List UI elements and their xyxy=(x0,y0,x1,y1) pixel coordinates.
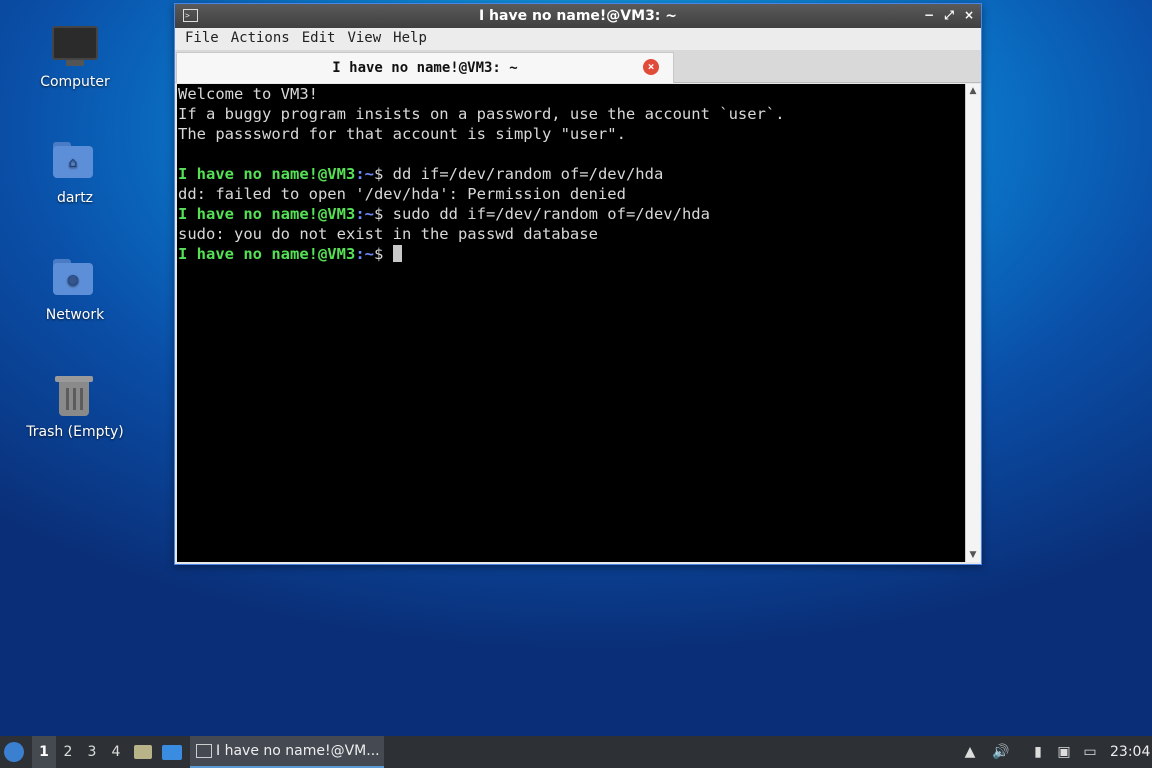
output-text: sudo: you do not exist in the passwd dat… xyxy=(178,225,598,243)
tab-bar: I have no name!@VM3: ~ × xyxy=(175,50,981,83)
prompt-user: I have no name!@VM3 xyxy=(178,205,356,223)
menu-file[interactable]: File xyxy=(179,28,225,50)
terminal-line: sudo: you do not exist in the passwd dat… xyxy=(177,224,965,244)
taskbar: 1 2 3 4 I have no name!@VM... ▲ 🔊 ▮ ▣ ▭ … xyxy=(0,736,1152,768)
menu-edit[interactable]: Edit xyxy=(296,28,342,50)
workspace-1[interactable]: 1 xyxy=(32,736,56,768)
output-text: If a buggy program insists on a password… xyxy=(178,105,785,123)
terminal-output[interactable]: Welcome to VM3! If a buggy program insist… xyxy=(177,84,965,562)
terminal-line: If a buggy program insists on a password… xyxy=(177,104,965,124)
window-title: I have no name!@VM3: ~ xyxy=(478,8,678,24)
output-text: Welcome to VM3! xyxy=(178,85,318,103)
home-folder-icon: ⌂ xyxy=(51,138,99,186)
output-text: The passsword for that account is simply… xyxy=(178,125,626,143)
network-icon[interactable]: ▣ xyxy=(1056,744,1072,760)
terminal-line: I have no name!@VM3:~$ xyxy=(177,244,965,264)
clipboard-icon[interactable]: ▮ xyxy=(1030,744,1046,760)
workspace-2[interactable]: 2 xyxy=(56,736,80,768)
desktop-icon-trash[interactable]: Trash (Empty) xyxy=(20,372,130,440)
desktop-icon-label: dartz xyxy=(56,190,94,206)
computer-icon xyxy=(51,22,99,70)
network-folder-icon: ◍ xyxy=(51,255,99,303)
desktop-icon-dartz[interactable]: ⌂ dartz xyxy=(20,138,130,206)
trash-icon xyxy=(51,372,99,420)
notification-icon[interactable]: ▭ xyxy=(1082,744,1098,760)
prompt-path: :~ xyxy=(355,205,374,223)
terminal-icon xyxy=(196,744,212,758)
prompt-symbol: $ xyxy=(373,205,393,223)
taskbar-task-terminal[interactable]: I have no name!@VM... xyxy=(190,736,384,768)
command-text: sudo dd if=/dev/random of=/dev/hda xyxy=(392,205,710,223)
prompt-symbol: $ xyxy=(373,165,393,183)
prompt-symbol: $ xyxy=(373,245,393,263)
desktop-icon-computer[interactable]: Computer xyxy=(20,22,130,90)
prompt-path: :~ xyxy=(355,165,374,183)
desktop-icon-network[interactable]: ◍ Network xyxy=(20,255,130,323)
terminal-cursor xyxy=(392,245,402,262)
scrollbar[interactable]: ▲ ▼ xyxy=(965,84,980,562)
prompt-user: I have no name!@VM3 xyxy=(178,165,356,183)
window-titlebar[interactable]: > I have no name!@VM3: ~ − ⤢ × xyxy=(175,4,981,28)
output-text: dd: failed to open '/dev/hda': Permissio… xyxy=(178,185,626,203)
terminal-line: The passsword for that account is simply… xyxy=(177,124,965,144)
terminal-line: I have no name!@VM3:~$ sudo dd if=/dev/r… xyxy=(177,204,965,224)
volume-icon[interactable]: 🔊 xyxy=(992,744,1009,760)
file-manager-icon[interactable] xyxy=(134,736,154,768)
menu-bar: File Actions Edit View Help xyxy=(175,28,981,50)
tab-close-icon[interactable]: × xyxy=(643,59,659,75)
terminal-line: dd: failed to open '/dev/hda': Permissio… xyxy=(177,184,965,204)
workspace-4[interactable]: 4 xyxy=(104,736,128,768)
terminal-line: Welcome to VM3! xyxy=(177,84,965,104)
menu-actions[interactable]: Actions xyxy=(225,28,296,50)
clock[interactable]: 23:04 xyxy=(1110,736,1150,768)
terminal-line: I have no name!@VM3:~$ dd if=/dev/random… xyxy=(177,164,965,184)
scroll-up-icon[interactable]: ▲ xyxy=(966,84,980,98)
desktop-icon-label: Trash (Empty) xyxy=(26,424,124,440)
command-text: dd if=/dev/random of=/dev/hda xyxy=(392,165,664,183)
menu-view[interactable]: View xyxy=(341,28,387,50)
menu-help[interactable]: Help xyxy=(387,28,433,50)
minimize-button[interactable]: − xyxy=(921,7,937,23)
scroll-down-icon[interactable]: ▼ xyxy=(966,548,980,562)
desktop-icon-label: Network xyxy=(45,307,105,323)
maximize-button[interactable]: ⤢ xyxy=(941,7,957,23)
prompt-user: I have no name!@VM3 xyxy=(178,245,356,263)
tab-label: I have no name!@VM3: ~ xyxy=(332,60,518,76)
task-label: I have no name!@VM... xyxy=(216,743,380,759)
start-menu-icon[interactable] xyxy=(4,736,28,768)
tab-terminal[interactable]: I have no name!@VM3: ~ × xyxy=(176,52,674,83)
workspace-3[interactable]: 3 xyxy=(80,736,104,768)
terminal-window: > I have no name!@VM3: ~ − ⤢ × File Acti… xyxy=(174,3,982,565)
close-button[interactable]: × xyxy=(961,7,977,23)
prompt-path: :~ xyxy=(355,245,374,263)
tray-up-icon[interactable]: ▲ xyxy=(962,744,978,760)
show-desktop-icon[interactable] xyxy=(162,736,184,768)
desktop-icon-label: Computer xyxy=(40,74,110,90)
